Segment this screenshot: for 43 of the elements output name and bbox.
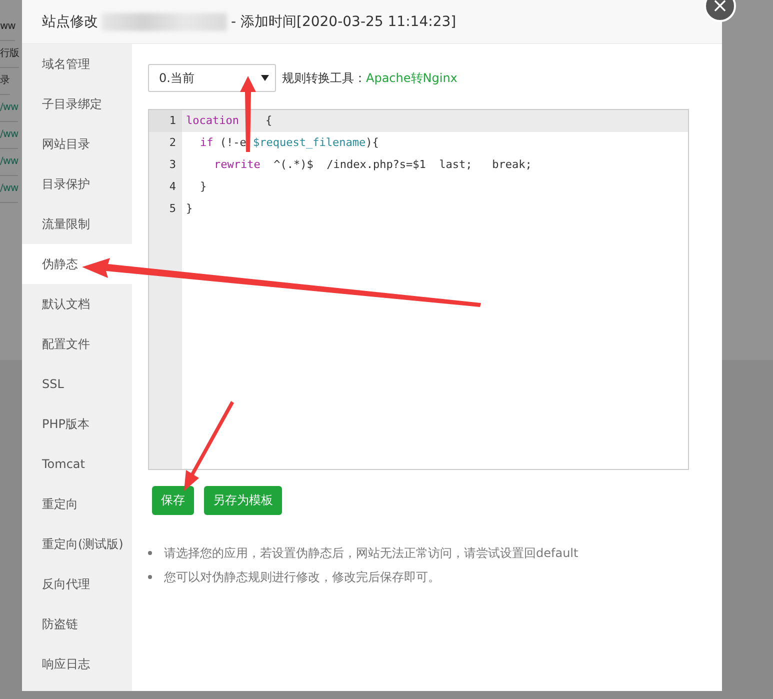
background-text: ww xyxy=(0,14,16,41)
code-line: if (!-e $request_filename){ xyxy=(200,136,379,149)
line-number: 4 xyxy=(168,179,177,195)
code-line: } xyxy=(186,202,193,215)
bullet-icon xyxy=(148,551,152,555)
code-editor[interactable]: 1 2 3 4 5 location { if (!-e $request_filename){ rewrite ^(.*)$ /index.php?s=$1 last; break; } } xyxy=(148,109,689,470)
tool-label: 规则转换工具： xyxy=(282,70,366,86)
sidebar-item[interactable]: 流量限制 xyxy=(22,204,132,244)
sidebar-item[interactable]: 子目录绑定 xyxy=(22,84,132,124)
sidebar-item[interactable]: 防盗链 xyxy=(22,604,132,644)
code-line: location { xyxy=(186,114,272,127)
background-text: /ww xyxy=(0,149,18,176)
sidebar-item[interactable]: 重定向(测试版) xyxy=(22,524,132,564)
background-text: /ww xyxy=(0,95,18,122)
line-number: 2 xyxy=(168,135,177,151)
sidebar-item[interactable]: 目录保护 xyxy=(22,164,132,204)
background-text: /ww xyxy=(0,176,18,203)
note-text: 请选择您的应用，若设置伪静态后，网站无法正常访问，请尝试设置回default xyxy=(164,544,578,562)
code-line: rewrite ^(.*)$ /index.php?s=$1 last; break; xyxy=(214,158,532,171)
sidebar-item[interactable]: 响应日志 xyxy=(22,644,132,684)
dialog-title: 站点修改 xyxy=(42,12,98,30)
background-text: /ww xyxy=(0,122,18,149)
dialog-title: - 添加时间[2020-03-25 11:14:23] xyxy=(231,12,456,30)
sidebar-item[interactable]: 域名管理 xyxy=(22,44,132,84)
caret-icon xyxy=(261,75,269,81)
line-number: 3 xyxy=(168,157,177,173)
background-text: 行版 xyxy=(0,41,19,68)
sidebar-item[interactable]: Tomcat xyxy=(22,444,132,484)
note-text: 您可以对伪静态规则进行修改，修改完后保存即可。 xyxy=(164,568,440,586)
line-number: 1 xyxy=(149,110,182,132)
template-select[interactable]: 0.当前 xyxy=(148,64,276,92)
sidebar-item[interactable]: SSL xyxy=(22,364,132,404)
sidebar-item[interactable]: 伪静态 xyxy=(22,244,132,284)
bullet-icon xyxy=(148,575,152,579)
sidebar-item[interactable]: PHP版本 xyxy=(22,404,132,444)
background-text: 录 xyxy=(0,68,10,95)
code-line: } xyxy=(200,180,207,193)
sidebar-item[interactable]: 网站目录 xyxy=(22,124,132,164)
sidebar-item[interactable]: 反向代理 xyxy=(22,564,132,604)
sidebar-item[interactable]: 配置文件 xyxy=(22,324,132,364)
sidebar-item[interactable]: 默认文档 xyxy=(22,284,132,324)
line-number: 5 xyxy=(168,201,177,217)
sidebar-item[interactable]: 重定向 xyxy=(22,484,132,524)
